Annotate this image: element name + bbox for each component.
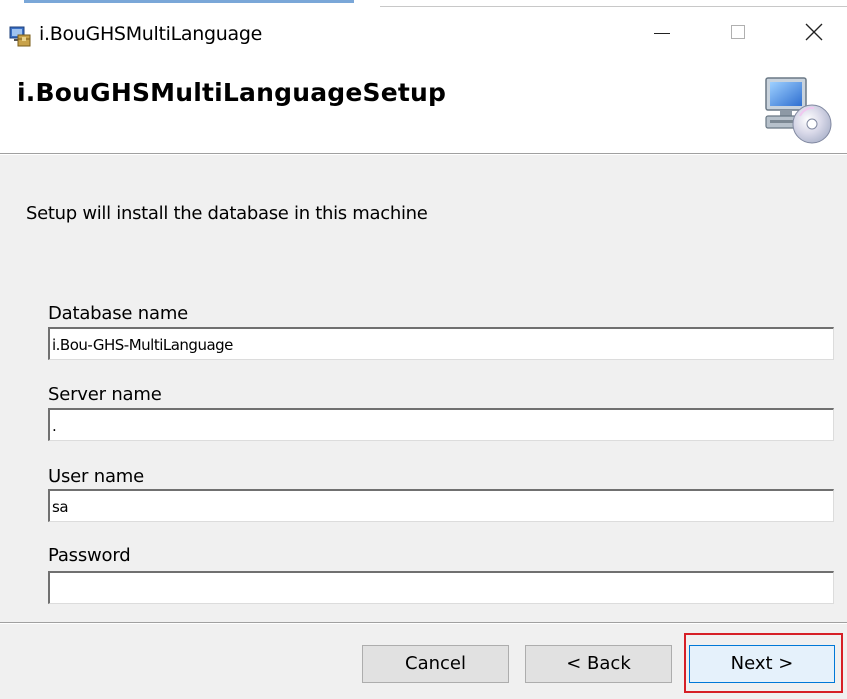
minimize-icon bbox=[654, 32, 670, 34]
setup-instruction: Setup will install the database in this … bbox=[26, 203, 428, 224]
database-name-label: Database name bbox=[48, 303, 189, 324]
maximize-button[interactable] bbox=[702, 10, 774, 54]
password-label: Password bbox=[48, 545, 131, 566]
next-button[interactable]: Next > bbox=[689, 645, 835, 683]
banner-separator-highlight bbox=[0, 154, 847, 155]
top-edge bbox=[0, 0, 847, 10]
header-banner: i.BouGHSMultiLanguageSetup bbox=[0, 56, 847, 153]
installer-app-icon bbox=[9, 26, 31, 47]
user-name-input[interactable] bbox=[48, 489, 834, 522]
server-name-label: Server name bbox=[48, 384, 162, 405]
banner-title: i.BouGHSMultiLanguageSetup bbox=[17, 78, 447, 107]
title-bar[interactable]: i.BouGHSMultiLanguage bbox=[0, 10, 847, 56]
footer-separator-highlight bbox=[0, 623, 847, 624]
cancel-button[interactable]: Cancel bbox=[362, 645, 509, 683]
top-edge-accent bbox=[24, 0, 354, 3]
close-button[interactable] bbox=[778, 10, 847, 54]
user-name-label: User name bbox=[48, 466, 144, 487]
maximize-icon bbox=[731, 25, 745, 39]
back-button[interactable]: < Back bbox=[525, 645, 672, 683]
password-input[interactable] bbox=[48, 571, 834, 604]
close-icon bbox=[805, 23, 823, 41]
database-name-input[interactable] bbox=[48, 327, 834, 360]
setup-window: i.BouGHSMultiLanguage i.BouGHSMultiLangu… bbox=[0, 0, 847, 699]
top-edge-line bbox=[380, 6, 847, 7]
server-name-input[interactable] bbox=[48, 408, 834, 441]
minimize-button[interactable] bbox=[626, 10, 698, 54]
computer-cd-icon bbox=[765, 77, 832, 144]
window-title: i.BouGHSMultiLanguage bbox=[39, 23, 262, 45]
